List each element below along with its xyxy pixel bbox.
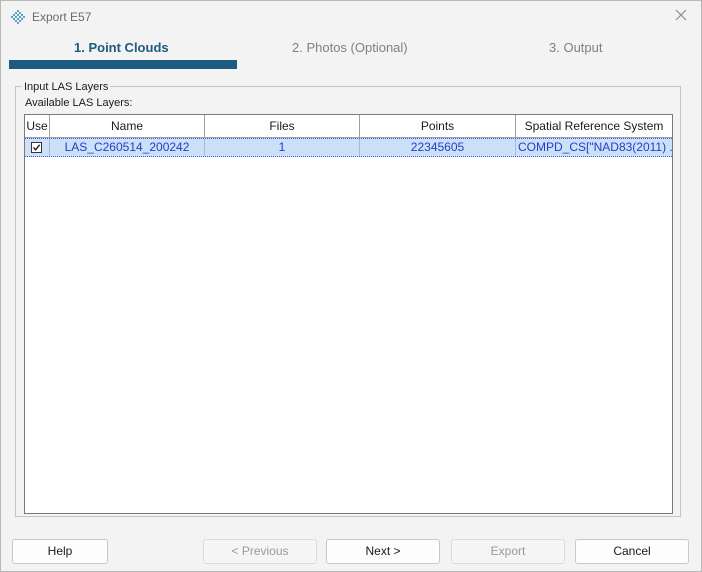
title-bar: Export E57 (1, 1, 701, 32)
next-button[interactable]: Next > (326, 539, 440, 564)
use-checkbox[interactable] (31, 142, 42, 153)
available-layers-label: Available LAS Layers: (25, 97, 133, 109)
export-button[interactable]: Export (451, 539, 565, 564)
column-header-srs[interactable]: Spatial Reference System (516, 115, 672, 137)
close-icon (675, 9, 687, 24)
column-header-files[interactable]: Files (205, 115, 360, 137)
window-title: Export E57 (32, 10, 92, 24)
table-header: Use Name Files Points Spatial Reference … (25, 115, 672, 138)
files-cell: 1 (205, 139, 360, 156)
previous-button[interactable]: < Previous (203, 539, 317, 564)
column-header-use[interactable]: Use (25, 115, 50, 137)
wizard-steps: 1. Point Clouds 2. Photos (Optional) 3. … (1, 32, 701, 72)
column-header-name[interactable]: Name (50, 115, 205, 137)
export-e57-dialog: Export E57 1. Point Clouds 2. Photos (Op… (0, 0, 702, 572)
las-layers-table[interactable]: Use Name Files Points Spatial Reference … (24, 114, 673, 514)
layer-name-cell: LAS_C260514_200242 (50, 139, 205, 156)
srs-cell: COMPD_CS["NAD83(2011) ... (518, 140, 672, 154)
e57-diamond-icon (10, 9, 26, 25)
column-header-points[interactable]: Points (360, 115, 516, 137)
step-photos: 2. Photos (Optional) (292, 40, 408, 55)
close-button[interactable] (661, 1, 701, 32)
step-output: 3. Output (549, 40, 603, 55)
step-point-clouds: 1. Point Clouds (74, 40, 169, 55)
table-row[interactable]: LAS_C260514_200242 1 22345605 COMPD_CS["… (25, 138, 672, 157)
cancel-button[interactable]: Cancel (575, 539, 689, 564)
points-cell: 22345605 (360, 139, 516, 156)
group-legend: Input LAS Layers (22, 81, 111, 93)
help-button[interactable]: Help (12, 539, 108, 564)
use-cell (25, 139, 50, 156)
step-progress-indicator (9, 60, 237, 69)
